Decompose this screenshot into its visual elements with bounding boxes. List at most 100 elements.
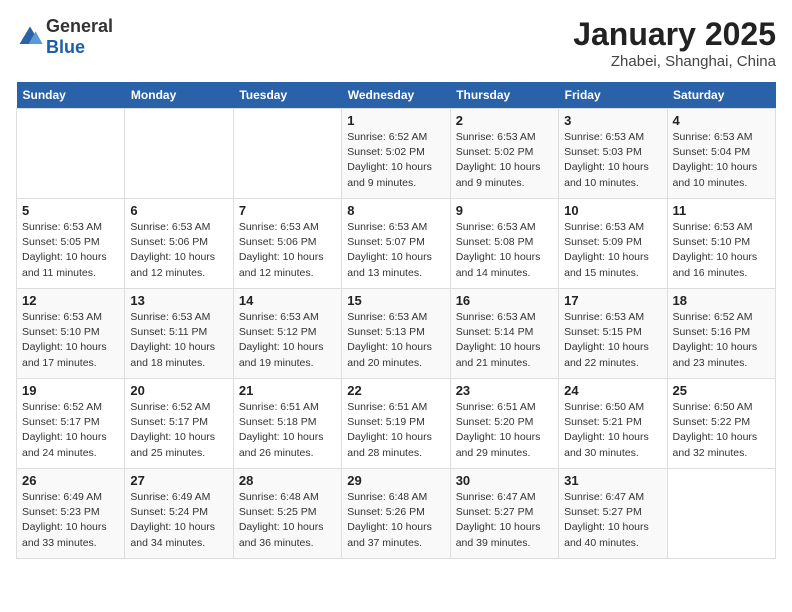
calendar-cell: 24 Sunrise: 6:50 AM Sunset: 5:21 PM Dayli… xyxy=(559,379,667,469)
calendar-cell: 20Sunrise: 6:52 AM Sunset: 5:17 PM Dayli… xyxy=(125,379,233,469)
day-info: Sunrise: 6:47 AM Sunset: 5:27 PM Dayligh… xyxy=(456,490,553,551)
calendar-cell: 31 Sunrise: 6:47 AM Sunset: 5:27 PM Dayli… xyxy=(559,469,667,559)
calendar-cell: 18Sunrise: 6:52 AM Sunset: 5:16 PM Dayli… xyxy=(667,289,775,379)
day-number: 11 xyxy=(673,203,770,218)
calendar-cell: 21 Sunrise: 6:51 AM Sunset: 5:18 PM Dayli… xyxy=(233,379,341,469)
logo: General Blue xyxy=(16,16,113,58)
calendar-cell: 2 Sunrise: 6:53 AM Sunset: 5:02 PM Daylig… xyxy=(450,109,558,199)
day-number: 14 xyxy=(239,293,336,308)
day-number: 20 xyxy=(130,383,227,398)
day-number: 2 xyxy=(456,113,553,128)
day-info: Sunrise: 6:53 AM Sunset: 5:08 PM Dayligh… xyxy=(456,220,553,281)
day-info: Sunrise: 6:53 AM Sunset: 5:11 PM Dayligh… xyxy=(130,310,227,371)
day-number: 17 xyxy=(564,293,661,308)
day-number: 21 xyxy=(239,383,336,398)
calendar-cell: 7Sunrise: 6:53 AM Sunset: 5:06 PM Daylig… xyxy=(233,199,341,289)
day-number: 23 xyxy=(456,383,553,398)
weekday-header: Tuesday xyxy=(233,82,341,109)
day-info: Sunrise: 6:53 AM Sunset: 5:15 PM Dayligh… xyxy=(564,310,661,371)
day-number: 27 xyxy=(130,473,227,488)
location-text: Zhabei, Shanghai, China xyxy=(573,53,776,70)
day-number: 16 xyxy=(456,293,553,308)
calendar-cell xyxy=(17,109,125,199)
calendar-cell: 23 Sunrise: 6:51 AM Sunset: 5:20 PM Dayli… xyxy=(450,379,558,469)
calendar-week-row: 26 Sunrise: 6:49 AM Sunset: 5:23 PM Dayli… xyxy=(17,469,776,559)
calendar-cell: 14 Sunrise: 6:53 AM Sunset: 5:12 PM Dayli… xyxy=(233,289,341,379)
day-info: Sunrise: 6:53 AM Sunset: 5:09 PM Dayligh… xyxy=(564,220,661,281)
day-info: Sunrise: 6:50 AM Sunset: 5:21 PM Dayligh… xyxy=(564,400,661,461)
day-info: Sunrise: 6:53 AM Sunset: 5:06 PM Dayligh… xyxy=(130,220,227,281)
calendar-cell xyxy=(667,469,775,559)
day-number: 29 xyxy=(347,473,444,488)
calendar-cell: 11Sunrise: 6:53 AM Sunset: 5:10 PM Dayli… xyxy=(667,199,775,289)
day-number: 12 xyxy=(22,293,119,308)
calendar-week-row: 5 Sunrise: 6:53 AM Sunset: 5:05 PM Daylig… xyxy=(17,199,776,289)
day-number: 19 xyxy=(22,383,119,398)
calendar-cell: 17 Sunrise: 6:53 AM Sunset: 5:15 PM Dayli… xyxy=(559,289,667,379)
day-info: Sunrise: 6:53 AM Sunset: 5:12 PM Dayligh… xyxy=(239,310,336,371)
day-info: Sunrise: 6:53 AM Sunset: 5:07 PM Dayligh… xyxy=(347,220,444,281)
calendar-table: SundayMondayTuesdayWednesdayThursdayFrid… xyxy=(16,82,776,559)
weekday-header: Thursday xyxy=(450,82,558,109)
day-info: Sunrise: 6:49 AM Sunset: 5:23 PM Dayligh… xyxy=(22,490,119,551)
day-info: Sunrise: 6:47 AM Sunset: 5:27 PM Dayligh… xyxy=(564,490,661,551)
day-number: 30 xyxy=(456,473,553,488)
day-info: Sunrise: 6:53 AM Sunset: 5:03 PM Dayligh… xyxy=(564,130,661,191)
day-number: 31 xyxy=(564,473,661,488)
calendar-cell: 5 Sunrise: 6:53 AM Sunset: 5:05 PM Daylig… xyxy=(17,199,125,289)
day-info: Sunrise: 6:53 AM Sunset: 5:05 PM Dayligh… xyxy=(22,220,119,281)
calendar-cell: 26 Sunrise: 6:49 AM Sunset: 5:23 PM Dayli… xyxy=(17,469,125,559)
day-info: Sunrise: 6:53 AM Sunset: 5:13 PM Dayligh… xyxy=(347,310,444,371)
day-number: 28 xyxy=(239,473,336,488)
day-number: 25 xyxy=(673,383,770,398)
weekday-header: Friday xyxy=(559,82,667,109)
calendar-cell: 15 Sunrise: 6:53 AM Sunset: 5:13 PM Dayli… xyxy=(342,289,450,379)
calendar-week-row: 1Sunrise: 6:52 AM Sunset: 5:02 PM Daylig… xyxy=(17,109,776,199)
day-info: Sunrise: 6:50 AM Sunset: 5:22 PM Dayligh… xyxy=(673,400,770,461)
day-info: Sunrise: 6:49 AM Sunset: 5:24 PM Dayligh… xyxy=(130,490,227,551)
title-block: January 2025 Zhabei, Shanghai, China xyxy=(573,16,776,70)
calendar-cell: 28 Sunrise: 6:48 AM Sunset: 5:25 PM Dayli… xyxy=(233,469,341,559)
weekday-header: Monday xyxy=(125,82,233,109)
calendar-cell: 22 Sunrise: 6:51 AM Sunset: 5:19 PM Dayli… xyxy=(342,379,450,469)
calendar-cell: 9 Sunrise: 6:53 AM Sunset: 5:08 PM Daylig… xyxy=(450,199,558,289)
day-info: Sunrise: 6:51 AM Sunset: 5:19 PM Dayligh… xyxy=(347,400,444,461)
calendar-cell xyxy=(125,109,233,199)
day-number: 22 xyxy=(347,383,444,398)
day-info: Sunrise: 6:53 AM Sunset: 5:10 PM Dayligh… xyxy=(22,310,119,371)
calendar-cell: 13 Sunrise: 6:53 AM Sunset: 5:11 PM Dayli… xyxy=(125,289,233,379)
logo-icon xyxy=(16,23,44,51)
calendar-cell xyxy=(233,109,341,199)
day-info: Sunrise: 6:53 AM Sunset: 5:06 PM Dayligh… xyxy=(239,220,336,281)
day-number: 3 xyxy=(564,113,661,128)
day-number: 15 xyxy=(347,293,444,308)
day-info: Sunrise: 6:53 AM Sunset: 5:14 PM Dayligh… xyxy=(456,310,553,371)
calendar-cell: 6Sunrise: 6:53 AM Sunset: 5:06 PM Daylig… xyxy=(125,199,233,289)
calendar-cell: 4Sunrise: 6:53 AM Sunset: 5:04 PM Daylig… xyxy=(667,109,775,199)
day-info: Sunrise: 6:51 AM Sunset: 5:20 PM Dayligh… xyxy=(456,400,553,461)
day-info: Sunrise: 6:51 AM Sunset: 5:18 PM Dayligh… xyxy=(239,400,336,461)
day-number: 5 xyxy=(22,203,119,218)
calendar-cell: 30 Sunrise: 6:47 AM Sunset: 5:27 PM Dayli… xyxy=(450,469,558,559)
calendar-cell: 16 Sunrise: 6:53 AM Sunset: 5:14 PM Dayli… xyxy=(450,289,558,379)
day-number: 13 xyxy=(130,293,227,308)
day-number: 9 xyxy=(456,203,553,218)
calendar-cell: 27 Sunrise: 6:49 AM Sunset: 5:24 PM Dayli… xyxy=(125,469,233,559)
month-title: January 2025 xyxy=(573,16,776,53)
day-info: Sunrise: 6:53 AM Sunset: 5:02 PM Dayligh… xyxy=(456,130,553,191)
day-number: 10 xyxy=(564,203,661,218)
calendar-cell: 1Sunrise: 6:52 AM Sunset: 5:02 PM Daylig… xyxy=(342,109,450,199)
day-number: 4 xyxy=(673,113,770,128)
day-number: 24 xyxy=(564,383,661,398)
day-info: Sunrise: 6:52 AM Sunset: 5:02 PM Dayligh… xyxy=(347,130,444,191)
day-number: 26 xyxy=(22,473,119,488)
day-info: Sunrise: 6:52 AM Sunset: 5:16 PM Dayligh… xyxy=(673,310,770,371)
day-info: Sunrise: 6:52 AM Sunset: 5:17 PM Dayligh… xyxy=(22,400,119,461)
day-number: 8 xyxy=(347,203,444,218)
calendar-cell: 12 Sunrise: 6:53 AM Sunset: 5:10 PM Dayli… xyxy=(17,289,125,379)
logo-general-text: General xyxy=(46,16,113,36)
weekday-header: Saturday xyxy=(667,82,775,109)
day-info: Sunrise: 6:48 AM Sunset: 5:25 PM Dayligh… xyxy=(239,490,336,551)
calendar-cell: 25 Sunrise: 6:50 AM Sunset: 5:22 PM Dayli… xyxy=(667,379,775,469)
weekday-header-row: SundayMondayTuesdayWednesdayThursdayFrid… xyxy=(17,82,776,109)
